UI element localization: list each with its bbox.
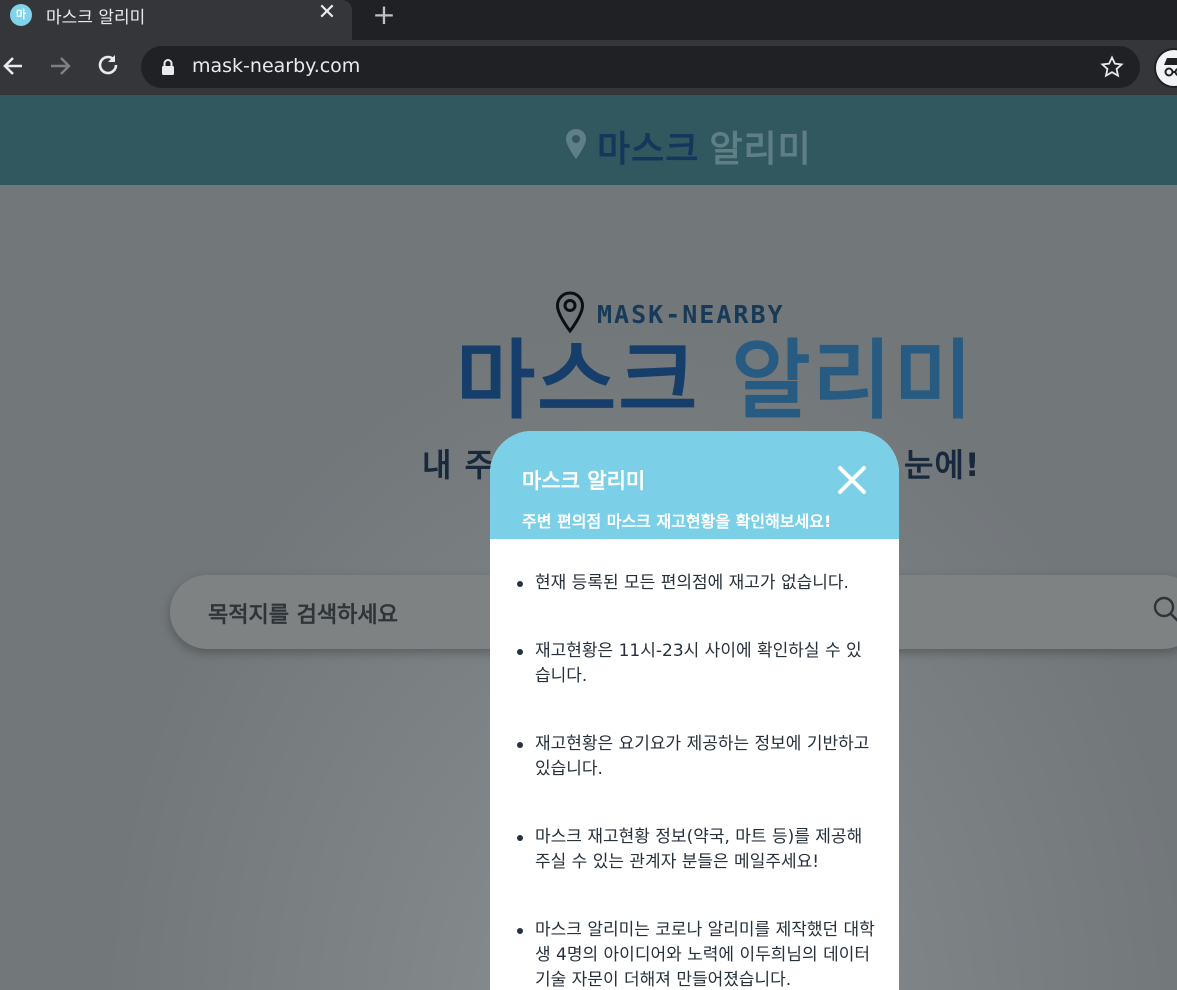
- header-brand-word2: 알리미: [709, 129, 812, 170]
- list-item: 재고현황은 요기요가 제공하는 정보에 기반하고 있습니다.: [515, 732, 875, 782]
- tab-title: 마스크 알리미: [46, 8, 146, 28]
- list-item: 현재 등록된 모든 편의점에 재고가 없습니다.: [515, 571, 875, 596]
- new-tab-icon[interactable]: +: [370, 1, 398, 29]
- reload-icon[interactable]: [94, 52, 122, 80]
- search-placeholder: 목적지를 검색하세요: [208, 603, 398, 628]
- browser-tabstrip: 마 마스크 알리미 ✕ +: [0, 0, 1177, 40]
- modal-header: 마스크 알리미 주변 편의점 마스크 재고현황을 확인해보세요!: [490, 431, 899, 539]
- hero-tagline-left: 내 주: [422, 446, 496, 484]
- list-item: 재고현황은 11시-23시 사이에 확인하실 수 있습니다.: [515, 639, 875, 689]
- hero-subtitle-text: MASK-NEARBY: [597, 299, 785, 329]
- hero-title-word1: 마스크: [456, 331, 700, 431]
- header-brand-word1: 마스크: [597, 129, 700, 170]
- modal-title: 마스크 알리미: [522, 469, 646, 493]
- browser-tab[interactable]: 마 마스크 알리미 ✕: [0, 0, 352, 40]
- lock-icon[interactable]: [161, 59, 175, 79]
- address-bar[interactable]: mask-nearby.com: [141, 46, 1140, 88]
- hero-title: 마스크 알리미: [456, 331, 973, 431]
- tab-close-icon[interactable]: ✕: [316, 2, 338, 24]
- forward-icon[interactable]: [46, 52, 74, 80]
- location-pin-icon: [565, 128, 587, 164]
- header-logo[interactable]: 마스크 알리미: [565, 120, 812, 172]
- info-modal: 마스크 알리미 주변 편의점 마스크 재고현황을 확인해보세요! 현재 등록된 …: [490, 431, 899, 990]
- hero-title-word2: 알리미: [731, 331, 975, 431]
- search-icon[interactable]: [1152, 595, 1177, 629]
- site-header: 마스크 알리미: [0, 95, 1177, 185]
- incognito-profile-icon[interactable]: [1154, 48, 1177, 88]
- hero-tagline-right: 눈에!: [904, 446, 981, 484]
- modal-notice-list: 현재 등록된 모든 편의점에 재고가 없습니다. 재고현황은 11시-23시 사…: [515, 571, 875, 990]
- list-item: 마스크 알리미는 코로나 알리미를 제작했던 대학생 4명의 아이디어와 노력에…: [515, 918, 875, 990]
- back-icon[interactable]: [0, 52, 28, 80]
- browser-toolbar: mask-nearby.com: [0, 40, 1177, 95]
- favicon-icon: 마: [10, 4, 32, 26]
- list-item: 마스크 재고현황 정보(약국, 마트 등)를 제공해주실 수 있는 관계자 분들…: [515, 825, 875, 875]
- url-text: mask-nearby.com: [192, 55, 361, 77]
- close-icon[interactable]: [836, 464, 868, 496]
- bookmark-star-icon[interactable]: [1100, 55, 1124, 83]
- modal-subtitle: 주변 편의점 마스크 재고현황을 확인해보세요!: [522, 512, 832, 531]
